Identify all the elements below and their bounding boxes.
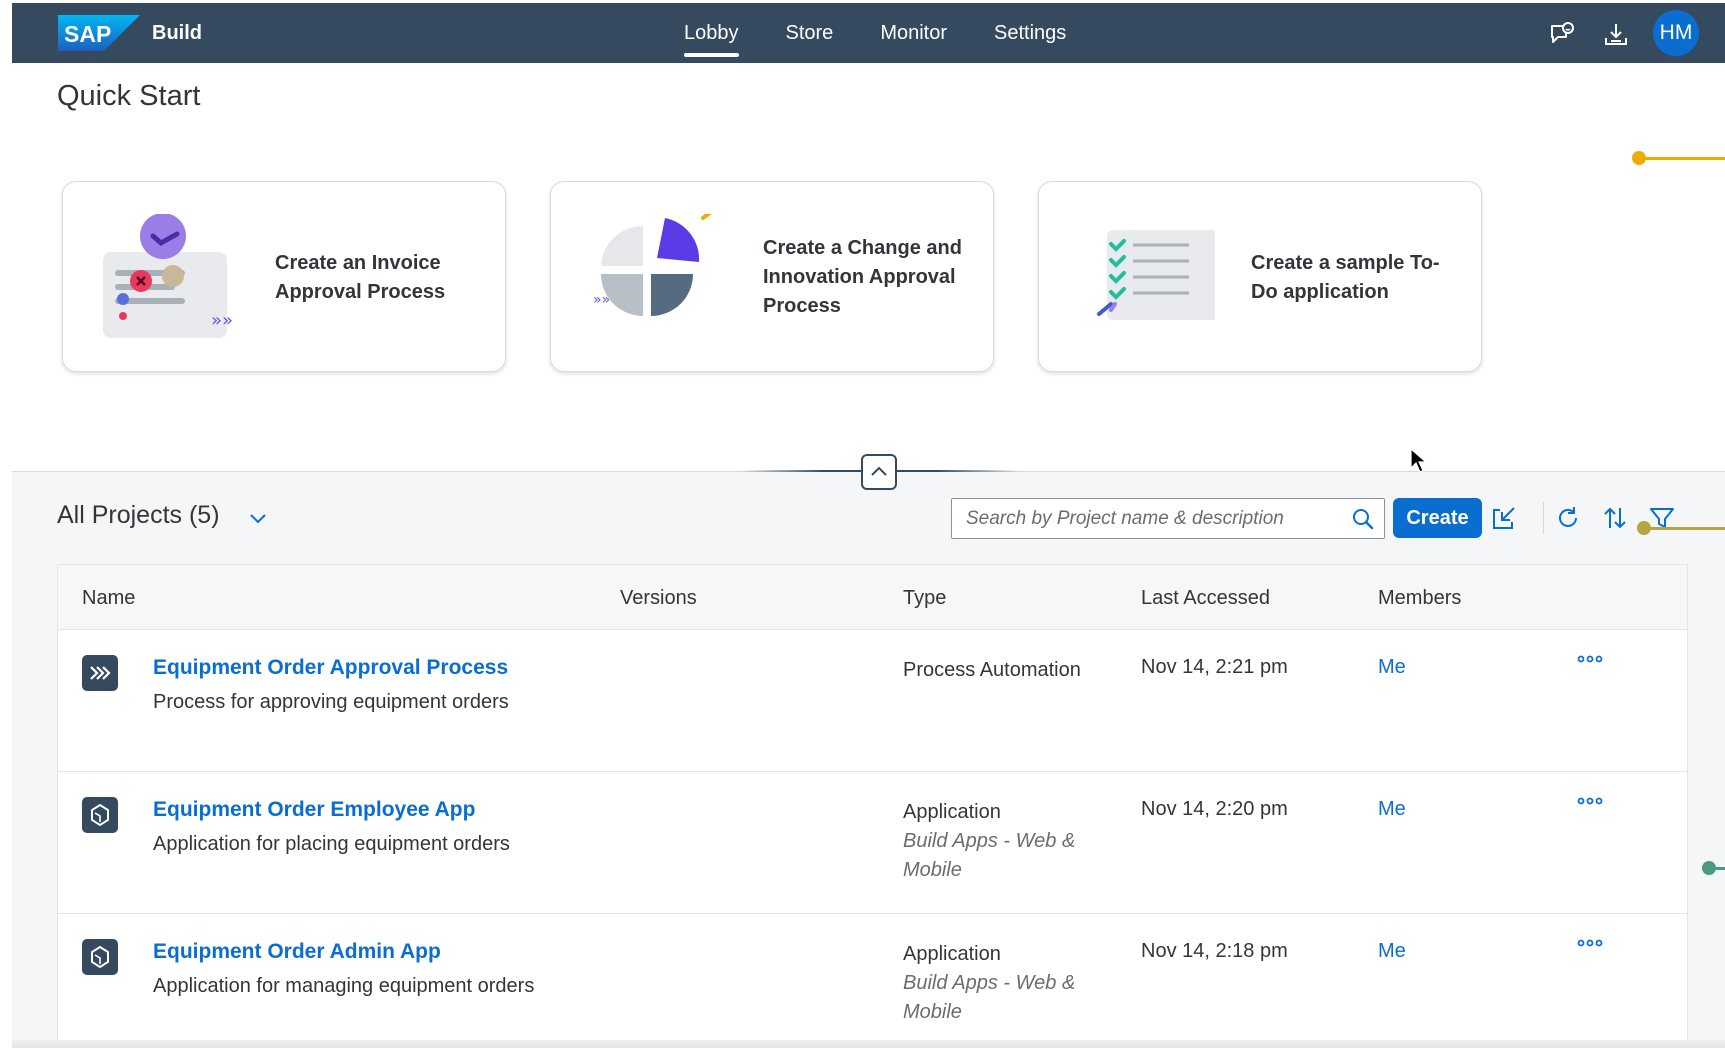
nav-lobby[interactable]: Lobby [684,3,739,63]
all-projects-title[interactable]: All Projects (5) [57,501,220,530]
sort-icon[interactable] [1601,504,1629,532]
project-name-link[interactable]: Equipment Order Employee App [153,798,475,822]
invoice-illustration-icon: »» [103,214,233,338]
decor-dot-green [1702,861,1716,875]
more-options-icon[interactable] [1576,936,1604,950]
quick-start-card-invoice[interactable]: »» Create an Invoice Approval Process [62,181,506,372]
todo-illustration-icon [1097,230,1215,320]
shell-bar: SAP Build Lobby Store Monitor Settings H… [12,3,1725,63]
table-row[interactable]: Equipment Order Employee App Application… [58,772,1687,914]
svg-text:»»: »» [211,310,233,331]
chevron-up-icon [871,466,887,476]
card-todo-label: Create a sample To-Do application [1251,251,1440,303]
application-icon [82,939,118,975]
column-header-last-accessed[interactable]: Last Accessed [1141,587,1270,610]
project-type: Application Build Apps - Web & Mobile [903,798,1103,885]
table-row[interactable]: Equipment Order Admin App Application fo… [58,914,1687,1047]
mouse-cursor-icon [1410,448,1428,473]
toolbar-separator [1543,502,1544,534]
card-change-label: Create a Change and Innovation Approval … [763,237,962,317]
more-options-icon[interactable] [1576,652,1604,666]
project-name-link[interactable]: Equipment Order Approval Process [153,656,508,680]
project-type-sub: Build Apps - Web & Mobile [903,972,1076,1023]
project-members-link[interactable]: Me [1378,798,1406,821]
project-last-accessed: Nov 14, 2:21 pm [1141,656,1288,678]
project-type-main: Application [903,801,1001,823]
more-options-icon[interactable] [1576,794,1604,808]
column-header-name[interactable]: Name [82,587,135,610]
project-last-accessed: Nov 14, 2:18 pm [1141,940,1288,962]
pie-illustration-icon: »» [593,214,712,316]
card-invoice-label: Create an Invoice Approval Process [275,251,446,303]
quick-start-card-todo[interactable]: Create a sample To-Do application [1038,181,1482,372]
svg-text:SAP: SAP [64,21,111,47]
quick-start-card-change[interactable]: »» Create a Change and Innovation Approv… [550,181,994,372]
nav-store[interactable]: Store [786,3,834,63]
project-type-main: Application [903,943,1001,965]
svg-text:»»: »» [593,292,610,308]
column-header-members[interactable]: Members [1378,587,1461,610]
column-header-versions[interactable]: Versions [620,587,697,610]
collapse-quick-start-button[interactable] [861,454,897,490]
project-last-accessed: Nov 14, 2:20 pm [1141,798,1288,820]
import-icon[interactable] [1490,504,1518,532]
decor-line-olive [1647,527,1725,530]
top-navigation: Lobby Store Monitor Settings [684,3,1113,63]
chevron-down-icon[interactable] [248,508,268,528]
nav-settings[interactable]: Settings [994,3,1066,63]
project-description: Application for managing equipment order… [153,975,535,997]
user-avatar[interactable]: HM [1653,10,1699,56]
table-header: Name Versions Type Last Accessed Members [58,565,1687,630]
project-type-main: Process Automation [903,659,1081,681]
bottom-edge [12,1040,1725,1048]
projects-table: Name Versions Type Last Accessed Members… [57,564,1688,1048]
decor-dot-orange [1632,151,1646,165]
project-name-link[interactable]: Equipment Order Admin App [153,940,441,964]
download-icon[interactable] [1603,21,1629,47]
nav-monitor[interactable]: Monitor [880,3,947,63]
table-row[interactable]: Equipment Order Approval Process Process… [58,630,1687,772]
sap-logo[interactable]: SAP [58,15,140,51]
refresh-icon[interactable] [1554,504,1582,532]
project-search-field[interactable] [951,498,1385,539]
feedback-icon[interactable] [1549,21,1575,47]
project-members-link[interactable]: Me [1378,656,1406,679]
search-input[interactable] [966,499,1336,538]
project-description: Application for placing equipment orders [153,833,510,855]
process-automation-icon [82,655,118,691]
project-description: Process for approving equipment orders [153,691,509,713]
project-members-link[interactable]: Me [1378,940,1406,963]
left-gutter [0,0,12,1048]
project-type: Application Build Apps - Web & Mobile [903,940,1103,1027]
create-button[interactable]: Create [1393,498,1482,538]
project-type: Process Automation [903,656,1103,685]
application-icon [82,797,118,833]
search-icon[interactable] [1352,508,1374,530]
decor-dot-olive [1637,521,1651,535]
product-name: Build [152,22,202,44]
quick-start-title: Quick Start [57,80,201,112]
column-header-type[interactable]: Type [903,587,946,610]
project-type-sub: Build Apps - Web & Mobile [903,830,1076,881]
decor-line-orange [1640,157,1725,160]
